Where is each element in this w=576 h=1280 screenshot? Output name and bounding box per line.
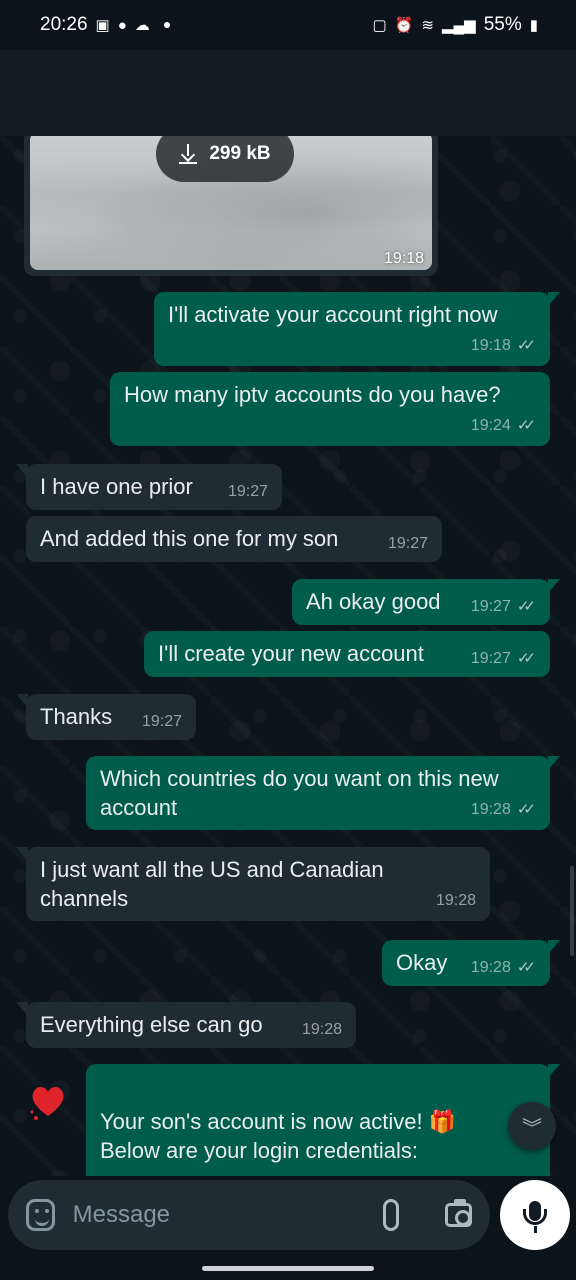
message-text: Okay bbox=[396, 950, 448, 975]
wifi-icon: ≋ bbox=[421, 16, 434, 34]
outgoing-message[interactable]: Which countries do you want on this new … bbox=[86, 756, 560, 830]
dot-icon bbox=[163, 22, 170, 28]
incoming-message[interactable]: Thanks 19:27 bbox=[16, 694, 196, 740]
message-list[interactable]: 299 kB 19:18 I'll activate your account … bbox=[0, 136, 576, 1176]
message-time: 19:28 bbox=[470, 959, 511, 976]
double-check-icon: ✓✓ bbox=[516, 959, 536, 976]
double-check-icon: ✓✓ bbox=[516, 337, 536, 354]
cloud-icon: ☁ bbox=[134, 16, 150, 34]
double-chevron-down-icon: ︾ bbox=[522, 1117, 542, 1140]
message-text: I'll activate your account right now bbox=[168, 302, 498, 327]
message-text: How many iptv accounts do you have? bbox=[124, 382, 501, 407]
microphone-icon bbox=[523, 1201, 547, 1225]
message-time: 19:27 bbox=[470, 598, 511, 615]
alarm-icon: ⏰ bbox=[394, 16, 414, 34]
message-text: I have one prior bbox=[40, 474, 193, 499]
incoming-message[interactable]: I just want all the US and Canadian chan… bbox=[16, 847, 490, 921]
message-text: Thanks bbox=[40, 704, 113, 729]
message-time: 19:18 bbox=[470, 337, 511, 354]
message-time: 19:28 bbox=[301, 1021, 342, 1038]
message-time: 19:28 bbox=[435, 892, 476, 909]
gallery-icon: ▣ bbox=[95, 16, 110, 34]
navigation-bar bbox=[0, 1256, 576, 1280]
message-time: 19:24 bbox=[470, 417, 511, 434]
outgoing-message[interactable]: How many iptv accounts do you have? 19:2… bbox=[110, 372, 550, 446]
status-bar: 20:26 ▣ ● ☁ ▢ ⏰ ≋ ▂▄▆ 55% ▮ bbox=[0, 0, 576, 50]
download-icon bbox=[179, 144, 198, 164]
double-check-icon: ✓✓ bbox=[516, 801, 536, 818]
double-check-icon: ✓✓ bbox=[516, 650, 536, 667]
outgoing-message[interactable]: Ah okay good 19:27 ✓✓ bbox=[292, 579, 560, 625]
message-time: 19:28 bbox=[470, 801, 511, 818]
double-check-icon: ✓✓ bbox=[516, 417, 536, 434]
message-text: I just want all the US and Canadian chan… bbox=[40, 857, 384, 911]
notification-icon: ● bbox=[117, 16, 127, 34]
outgoing-message[interactable]: Okay 19:28 ✓✓ bbox=[382, 940, 560, 986]
outgoing-message[interactable]: Your son's account is now active! 🎁 Belo… bbox=[86, 1064, 560, 1176]
message-box bbox=[8, 1180, 490, 1250]
message-text: Your son's account is now active! 🎁 Belo… bbox=[100, 1109, 457, 1163]
message-text: Everything else can go bbox=[40, 1012, 263, 1037]
message-text: I'll create your new account bbox=[158, 641, 424, 666]
outgoing-message[interactable]: I'll activate your account right now 19:… bbox=[154, 292, 560, 366]
compose-bar bbox=[0, 1176, 576, 1256]
battery-level: 55% bbox=[483, 14, 522, 35]
battery-saver-icon: ▢ bbox=[372, 16, 387, 34]
message-time: 19:27 bbox=[227, 483, 268, 500]
double-check-icon: ✓✓ bbox=[516, 598, 536, 615]
sticker-icon[interactable] bbox=[26, 1199, 55, 1231]
download-button[interactable]: 299 kB bbox=[156, 136, 294, 182]
voice-message-button[interactable] bbox=[500, 1180, 570, 1250]
message-text: Which countries do you want on this new … bbox=[100, 766, 499, 820]
message-text: Ah okay good bbox=[306, 589, 441, 614]
battery-icon: ▮ bbox=[529, 16, 538, 34]
camera-icon[interactable] bbox=[445, 1199, 472, 1227]
heart-sticker bbox=[30, 1086, 64, 1120]
status-time: 20:26 bbox=[40, 14, 88, 35]
message-time: 19:27 bbox=[141, 713, 182, 730]
chat-header bbox=[0, 50, 576, 136]
message-time: 19:27 bbox=[387, 535, 428, 552]
incoming-message[interactable]: Everything else can go 19:28 bbox=[16, 1002, 356, 1048]
message-time: 19:18 bbox=[383, 250, 424, 267]
scrollbar[interactable] bbox=[570, 866, 574, 956]
outgoing-message[interactable]: I'll create your new account 19:27 ✓✓ bbox=[144, 631, 550, 677]
message-text: And added this one for my son bbox=[40, 526, 339, 551]
attach-icon[interactable] bbox=[382, 1199, 400, 1231]
message-input[interactable] bbox=[72, 1201, 383, 1229]
incoming-message[interactable]: And added this one for my son 19:27 bbox=[26, 516, 442, 562]
download-size: 299 kB bbox=[209, 143, 271, 164]
signal-icon: ▂▄▆ bbox=[442, 16, 476, 34]
incoming-message[interactable]: I have one prior 19:27 bbox=[16, 464, 282, 510]
message-time: 19:27 bbox=[470, 650, 511, 667]
scroll-to-bottom-button[interactable]: ︾ bbox=[508, 1102, 556, 1150]
image-message[interactable]: 299 kB 19:18 bbox=[24, 136, 438, 276]
whatsapp-chat-screen: 20:26 ▣ ● ☁ ▢ ⏰ ≋ ▂▄▆ 55% ▮ 299 kB 19:18 bbox=[0, 0, 576, 1280]
home-indicator[interactable] bbox=[202, 1266, 374, 1271]
